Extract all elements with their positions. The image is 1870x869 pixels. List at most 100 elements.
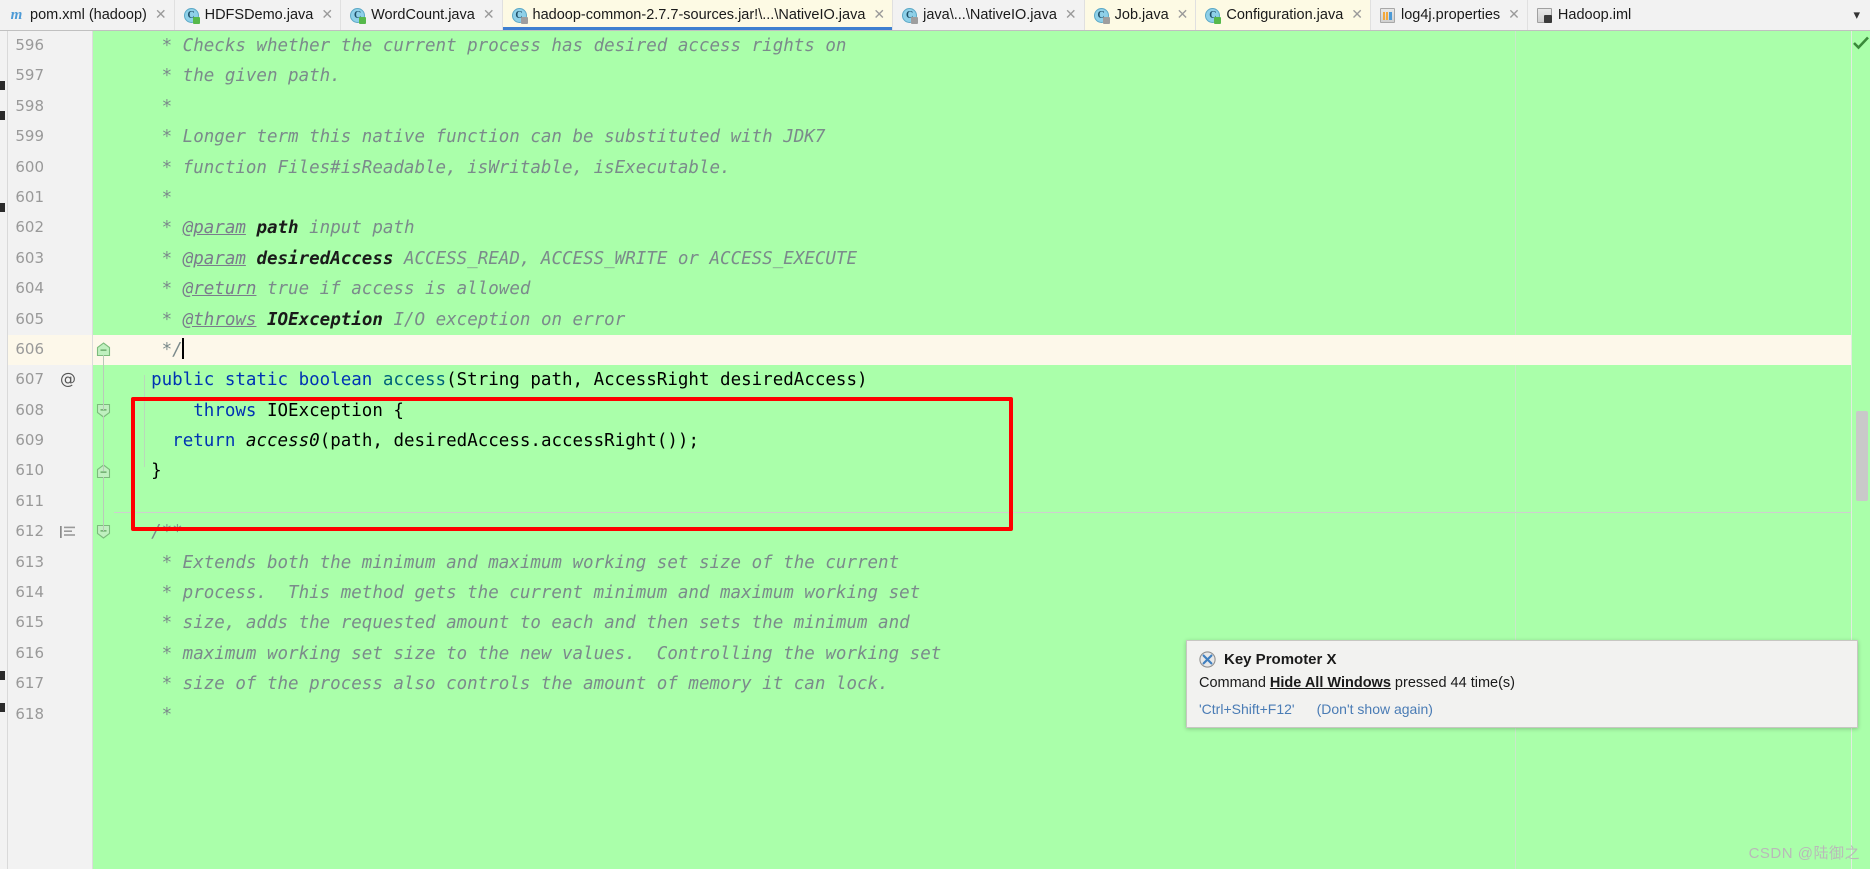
line-number: 616 — [15, 643, 44, 662]
tab-label: log4j.properties — [1401, 6, 1501, 23]
annotation-marker-icon[interactable]: @ — [60, 369, 76, 388]
close-icon[interactable]: ✕ — [873, 8, 885, 22]
close-icon[interactable]: ✕ — [1177, 8, 1189, 22]
code-line[interactable]: * @param desiredAccess ACCESS_READ, ACCE… — [114, 244, 1851, 274]
gutter-line-row[interactable]: 611 — [8, 487, 92, 517]
gutter-line-row[interactable]: 617 — [8, 669, 92, 699]
close-icon[interactable]: ✕ — [483, 8, 495, 22]
gutter-line-row[interactable]: 618 — [8, 700, 92, 730]
gutter-line-row[interactable]: 614 — [8, 578, 92, 608]
editor-gutter[interactable]: 596 597 598 599 600 601 602 603 604 605 606 607 @608… — [8, 31, 93, 869]
gutter-line-row[interactable]: 605 — [8, 305, 92, 335]
tab-hadoop-common-nativeio-java[interactable]: C hadoop-common-2.7.7-sources.jar!\...\N… — [502, 0, 894, 30]
code-editor[interactable]: 596 597 598 599 600 601 602 603 604 605 606 607 @608… — [0, 31, 1870, 869]
code-content-area[interactable]: * Checks whether the current process has… — [114, 31, 1851, 869]
tab-log4j-properties[interactable]: log4j.properties ✕ — [1371, 0, 1528, 30]
editor-error-stripe[interactable] — [1851, 31, 1870, 869]
shortcut-link[interactable]: 'Ctrl+Shift+F12' — [1199, 701, 1295, 717]
gutter-line-row[interactable]: 602 — [8, 213, 92, 243]
gutter-line-row[interactable]: 616 — [8, 639, 92, 669]
code-line[interactable]: * function Files#isReadable, isWritable,… — [114, 153, 1851, 183]
notification-message: Command Hide All Windows pressed 44 time… — [1199, 674, 1843, 692]
gutter-line-row[interactable]: 603 — [8, 244, 92, 274]
code-line[interactable]: public static boolean access(String path… — [114, 365, 1851, 395]
code-line[interactable]: * Extends both the minimum and maximum w… — [114, 548, 1851, 578]
code-token: * — [130, 187, 173, 208]
line-number: 605 — [15, 309, 44, 328]
code-token: public static boolean — [151, 370, 383, 391]
code-token: * — [130, 704, 173, 725]
gutter-line-row[interactable]: 600 — [8, 153, 92, 183]
code-token: ACCESS_READ, ACCESS_WRITE or ACCESS_EXEC… — [393, 248, 858, 269]
gutter-line-row[interactable]: 608 — [8, 396, 92, 426]
code-line[interactable]: * process. This method gets the current … — [114, 578, 1851, 608]
gutter-line-row[interactable]: 607 @ — [8, 365, 92, 395]
code-line[interactable]: * Checks whether the current process has… — [114, 31, 1851, 61]
gutter-line-row[interactable]: 601 — [8, 183, 92, 213]
code-token: (path, desiredAccess.accessRight()); — [319, 431, 699, 452]
java-class-icon: C — [1205, 7, 1222, 24]
code-line[interactable]: /** — [114, 517, 1851, 547]
notification-title: Key Promoter X — [1224, 651, 1337, 668]
code-line[interactable]: * @throws IOException I/O exception on e… — [114, 305, 1851, 335]
gutter-line-row[interactable]: 604 — [8, 274, 92, 304]
gutter-line-row[interactable]: 598 — [8, 92, 92, 122]
javadoc-comment-icon[interactable] — [60, 526, 76, 539]
dont-show-again-link[interactable]: (Don't show again) — [1317, 701, 1433, 717]
vertical-scrollbar-thumb[interactable] — [1856, 411, 1868, 501]
notification-message-prefix: Command — [1199, 675, 1270, 691]
code-line[interactable]: } — [114, 456, 1851, 486]
tab-configuration-java[interactable]: C Configuration.java ✕ — [1196, 0, 1372, 30]
gutter-line-row[interactable]: 599 — [8, 122, 92, 152]
code-token: throws — [193, 400, 267, 421]
code-line[interactable]: return access0(path, desiredAccess.acces… — [114, 426, 1851, 456]
gutter-line-row[interactable]: 606 — [8, 334, 92, 366]
code-line[interactable]: * the given path. — [114, 61, 1851, 91]
code-line[interactable]: * size, adds the requested amount to eac… — [114, 608, 1851, 638]
code-line[interactable]: */ — [114, 334, 1851, 366]
gutter-line-row[interactable]: 613 — [8, 548, 92, 578]
tab-hdfsdemo-java[interactable]: C HDFSDemo.java ✕ — [174, 0, 342, 30]
code-token: * Longer term this native function can b… — [130, 127, 826, 148]
tab-hadoop-iml[interactable]: Hadoop.iml — [1527, 0, 1639, 30]
code-token: @param — [182, 248, 246, 269]
gutter-line-row[interactable]: 597 — [8, 61, 92, 91]
code-folding-strip[interactable] — [93, 31, 114, 869]
key-promoter-x-notification[interactable]: Key Promoter X Command Hide All Windows … — [1186, 640, 1858, 729]
inspection-ok-check-icon[interactable] — [1853, 36, 1869, 50]
tab-java-nativeio-java[interactable]: C java\...\NativeIO.java ✕ — [893, 0, 1085, 30]
tab-wordcount-java[interactable]: C WordCount.java ✕ — [341, 0, 503, 30]
close-icon[interactable]: ✕ — [1508, 8, 1520, 22]
close-icon[interactable]: ✕ — [1351, 8, 1363, 22]
gutter-line-row[interactable]: 609 — [8, 426, 92, 456]
line-number: 612 — [15, 522, 44, 541]
marker-tick — [0, 703, 5, 712]
code-line[interactable]: * @return true if access is allowed — [114, 274, 1851, 304]
code-line[interactable]: * Longer term this native function can b… — [114, 122, 1851, 152]
code-line[interactable]: * — [114, 183, 1851, 213]
code-token: (String path, AccessRight desiredAccess) — [446, 370, 868, 391]
gutter-line-row[interactable]: 615 — [8, 608, 92, 638]
line-number: 601 — [15, 187, 44, 206]
code-token: * — [130, 279, 183, 300]
line-number: 602 — [15, 218, 44, 237]
code-line[interactable]: * — [114, 92, 1851, 122]
close-icon[interactable]: ✕ — [321, 8, 333, 22]
code-line[interactable]: throws IOException { — [114, 396, 1851, 426]
java-class-icon: C — [902, 7, 919, 24]
code-line[interactable]: * @param path input path — [114, 213, 1851, 243]
tab-overflow-chevron-icon[interactable]: ▾ — [1843, 0, 1870, 30]
gutter-line-row[interactable]: 610 — [8, 456, 92, 486]
gutter-line-row[interactable]: 612 — [8, 517, 92, 547]
tab-pom-xml[interactable]: m pom.xml (hadoop) ✕ — [0, 0, 175, 30]
close-icon[interactable]: ✕ — [155, 8, 167, 22]
tab-job-java[interactable]: C Job.java ✕ — [1084, 0, 1197, 30]
gutter-line-row[interactable]: 596 — [8, 31, 92, 61]
line-number: 609 — [15, 431, 44, 450]
marker-tick — [0, 111, 5, 120]
close-icon[interactable]: ✕ — [1065, 8, 1077, 22]
text-caret — [181, 337, 184, 359]
